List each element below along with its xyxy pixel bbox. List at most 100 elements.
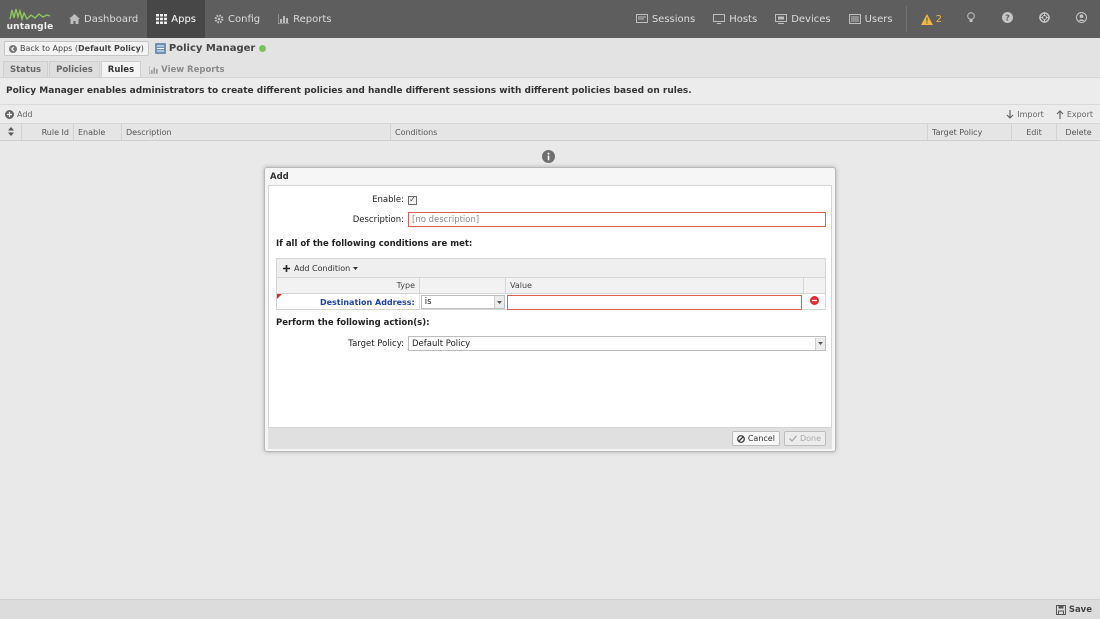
conditions-header: Type Value (277, 278, 825, 294)
dialog-title: Add (270, 171, 289, 182)
nav-config[interactable]: Config (205, 0, 269, 38)
column-rule-id[interactable]: Rule Id (22, 124, 74, 140)
enable-label: Enable: (372, 195, 404, 205)
add-rule-button[interactable]: Add (5, 109, 33, 119)
nav-hosts-label: Hosts (729, 13, 758, 25)
nav-users[interactable]: Users (840, 0, 902, 38)
export-button[interactable]: Export (1056, 110, 1093, 119)
support-button[interactable] (1026, 0, 1063, 38)
apps-grid-icon (156, 14, 168, 24)
tab-bar: Status Policies Rules View Reports (0, 59, 1100, 78)
conditions-toolbar: Add Condition (277, 259, 825, 278)
cond-column-value: Value (506, 278, 804, 293)
minus-circle-icon (809, 296, 819, 308)
chart-icon (149, 65, 159, 74)
alerts-button[interactable]: 2 (911, 0, 952, 38)
column-conditions[interactable]: Conditions (391, 124, 928, 140)
ban-icon (736, 434, 745, 443)
chart-icon (278, 14, 290, 24)
description-input[interactable]: [no description] (408, 212, 826, 227)
condition-operator-value: is (424, 297, 432, 307)
grid-toolbar: Add Import Export (0, 105, 1100, 124)
description-label: Description: (352, 214, 404, 225)
nav-apps[interactable]: Apps (147, 0, 206, 38)
column-target-policy[interactable]: Target Policy (928, 124, 1012, 140)
cond-column-type: Type (277, 278, 420, 293)
target-policy-label: Target Policy: (348, 338, 404, 349)
logo-text: untangle (6, 21, 54, 32)
ideas-button[interactable] (952, 0, 989, 38)
save-label: Save (1068, 604, 1092, 615)
untangle-logo[interactable]: untangle (0, 0, 60, 38)
question-icon: ? (1002, 12, 1013, 26)
nav-hosts[interactable]: Hosts (704, 0, 766, 38)
back-prefix: Back to Apps ( (20, 44, 78, 53)
app-status-indicator (259, 45, 267, 52)
save-button[interactable]: Save (1055, 604, 1092, 615)
hosts-icon (713, 14, 726, 24)
tab-status[interactable]: Status (3, 61, 49, 77)
user-icon (1076, 12, 1087, 26)
caret-down-icon (353, 266, 359, 270)
cancel-label: Cancel (747, 434, 775, 443)
description-row: Description: [no description] (269, 212, 826, 227)
devices-icon (775, 14, 788, 24)
plus-icon (283, 264, 290, 272)
import-button[interactable]: Import (1006, 109, 1044, 119)
condition-operator-select[interactable]: is (420, 295, 505, 309)
arrow-up-icon (1056, 109, 1064, 119)
dirty-flag (277, 294, 282, 299)
enable-checkbox[interactable]: ✓ (408, 195, 417, 205)
warning-icon (920, 13, 933, 25)
nav-dashboard-label: Dashboard (84, 13, 139, 25)
nav-devices[interactable]: Devices (766, 0, 839, 38)
enable-row: Enable: ✓ (269, 195, 417, 205)
add-condition-label: Add Condition (294, 263, 351, 273)
nav-users-label: Users (864, 13, 893, 25)
help-button[interactable]: ? (989, 0, 1026, 38)
nav-reports[interactable]: Reports (269, 0, 340, 38)
sessions-icon (635, 14, 648, 24)
account-button[interactable] (1063, 0, 1100, 38)
add-rule-label: Add (17, 109, 33, 119)
remove-condition-button[interactable] (803, 294, 825, 310)
rules-grid-header: Rule Id Enable Description Conditions Ta… (0, 124, 1100, 141)
tab-policies[interactable]: Policies (49, 61, 100, 77)
column-edit[interactable]: Edit (1012, 124, 1057, 140)
add-rule-dialog: Add Enable: ✓ Description: [no descripti… (264, 167, 836, 452)
conditions-grid: Add Condition Type Value Destination Add… (276, 258, 826, 310)
back-policy-name: Default Policy (78, 44, 141, 53)
tab-rules[interactable]: Rules (100, 61, 142, 77)
condition-value-input[interactable] (506, 294, 803, 310)
add-condition-button[interactable]: Add Condition (283, 263, 359, 273)
target-policy-select[interactable]: Default Policy (408, 336, 826, 351)
home-icon (69, 14, 80, 24)
conditions-heading: If all of the following conditions are m… (276, 239, 473, 249)
info-icon (542, 150, 555, 166)
bottom-bar: Save (0, 599, 1100, 619)
dialog-body: Enable: ✓ Description: [no description] … (268, 185, 832, 428)
import-label: Import (1017, 109, 1044, 119)
chevron-down-icon (493, 296, 504, 308)
breadcrumb: Back to Apps (Default Policy) Policy Man… (0, 38, 1100, 59)
back-arrow-icon (9, 44, 17, 53)
check-icon (788, 435, 797, 442)
back-to-apps-button[interactable]: Back to Apps (Default Policy) (4, 41, 149, 56)
done-button[interactable]: Done (783, 431, 826, 446)
column-delete[interactable]: Delete (1057, 124, 1100, 140)
tab-view-reports-label: View Reports (161, 64, 225, 75)
chevron-down-icon (815, 337, 825, 350)
life-ring-icon (1039, 12, 1050, 26)
nav-sessions[interactable]: Sessions (627, 0, 704, 38)
column-description[interactable]: Description (122, 124, 391, 140)
tab-view-reports[interactable]: View Reports (142, 61, 231, 77)
nav-devices-label: Devices (791, 13, 831, 25)
column-drag-handle[interactable] (0, 124, 22, 140)
nav-dashboard[interactable]: Dashboard (60, 0, 147, 38)
actions-heading: Perform the following action(s): (276, 318, 430, 328)
column-enable[interactable]: Enable (74, 124, 122, 140)
done-label: Done (799, 434, 821, 443)
cancel-button[interactable]: Cancel (731, 431, 780, 446)
page-description: Policy Manager enables administrators to… (0, 78, 1100, 105)
export-label: Export (1066, 109, 1093, 119)
